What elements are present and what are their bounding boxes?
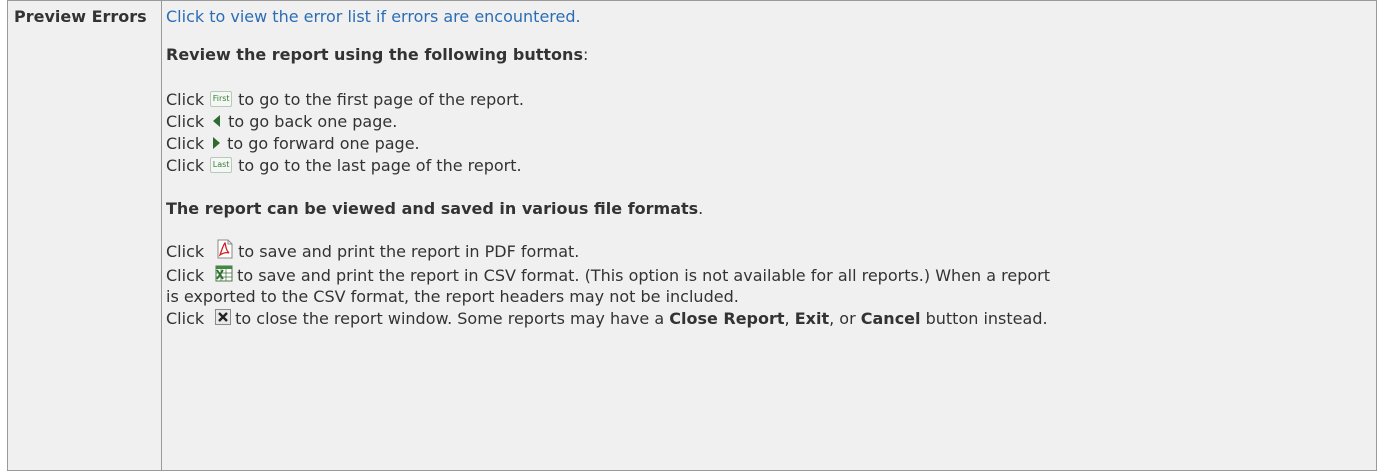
last-page-line: Click Last to go to the last page of the r… (166, 156, 522, 176)
previous-page-line: Click to go back one page. (166, 112, 397, 132)
click-text: Click (166, 242, 205, 261)
last-button-icon[interactable]: Last (210, 156, 233, 173)
next-page-line: Click to go forward one page. (166, 134, 420, 154)
previous-page-icon[interactable] (213, 114, 221, 127)
first-page-line: Click First to go to the first page of the… (166, 90, 524, 110)
help-table: Preview Errors Click to view the error l… (7, 0, 1377, 471)
click-text: Click (166, 112, 205, 131)
formats-heading-line: The report can be viewed and saved in va… (166, 199, 703, 219)
click-text: Click (166, 134, 205, 153)
click-text: Click (166, 90, 205, 109)
csv-line-continued: is exported to the CSV format, the repor… (166, 287, 739, 307)
click-text: Click (166, 309, 205, 328)
click-text: Click (166, 266, 205, 285)
pdf-description: to save and print the report in PDF form… (238, 242, 580, 261)
csv-description: to save and print the report in CSV form… (237, 266, 1050, 285)
close-description: to close the report window. Some reports… (235, 309, 665, 328)
row-label: Preview Errors (14, 7, 147, 26)
cancel-term: Cancel (860, 309, 921, 328)
csv-line: Click to save and print the report in CS… (166, 264, 1050, 286)
or-text: , or (829, 309, 856, 328)
formats-heading: The report can be viewed and saved in va… (166, 199, 699, 218)
error-list-link[interactable]: Click to view the error list if errors a… (166, 7, 581, 26)
review-heading-suffix: : (582, 45, 589, 64)
click-text: Click (166, 156, 205, 175)
close-line: Click to close the report window. Some r… (166, 308, 1048, 329)
pdf-icon[interactable] (216, 239, 234, 259)
review-heading-line: Review the report using the following bu… (166, 45, 588, 65)
pdf-line: Click to save and print the report in PD… (166, 239, 580, 262)
first-page-description: to go to the first page of the report. (238, 90, 524, 109)
row-label-cell: Preview Errors (7, 0, 162, 471)
next-page-icon[interactable] (213, 136, 221, 149)
review-heading: Review the report using the following bu… (166, 45, 583, 64)
comma: , (784, 309, 790, 328)
next-page-description: to go forward one page. (227, 134, 420, 153)
csv-description-continued: is exported to the CSV format, the repor… (166, 287, 739, 306)
close-description-end: button instead. (925, 309, 1048, 328)
last-page-description: to go to the last page of the report. (238, 156, 522, 175)
exit-term: Exit (794, 309, 830, 328)
formats-heading-suffix: . (698, 199, 704, 218)
previous-page-description: to go back one page. (228, 112, 398, 131)
table-row: Preview Errors Click to view the error l… (7, 0, 1377, 471)
error-list-line: Click to view the error list if errors a… (166, 7, 581, 27)
close-icon[interactable] (215, 308, 232, 325)
row-content-cell: Click to view the error list if errors a… (161, 0, 1377, 471)
close-report-term: Close Report (669, 309, 785, 328)
first-button-icon[interactable]: First (210, 90, 233, 107)
csv-icon[interactable] (215, 264, 233, 282)
